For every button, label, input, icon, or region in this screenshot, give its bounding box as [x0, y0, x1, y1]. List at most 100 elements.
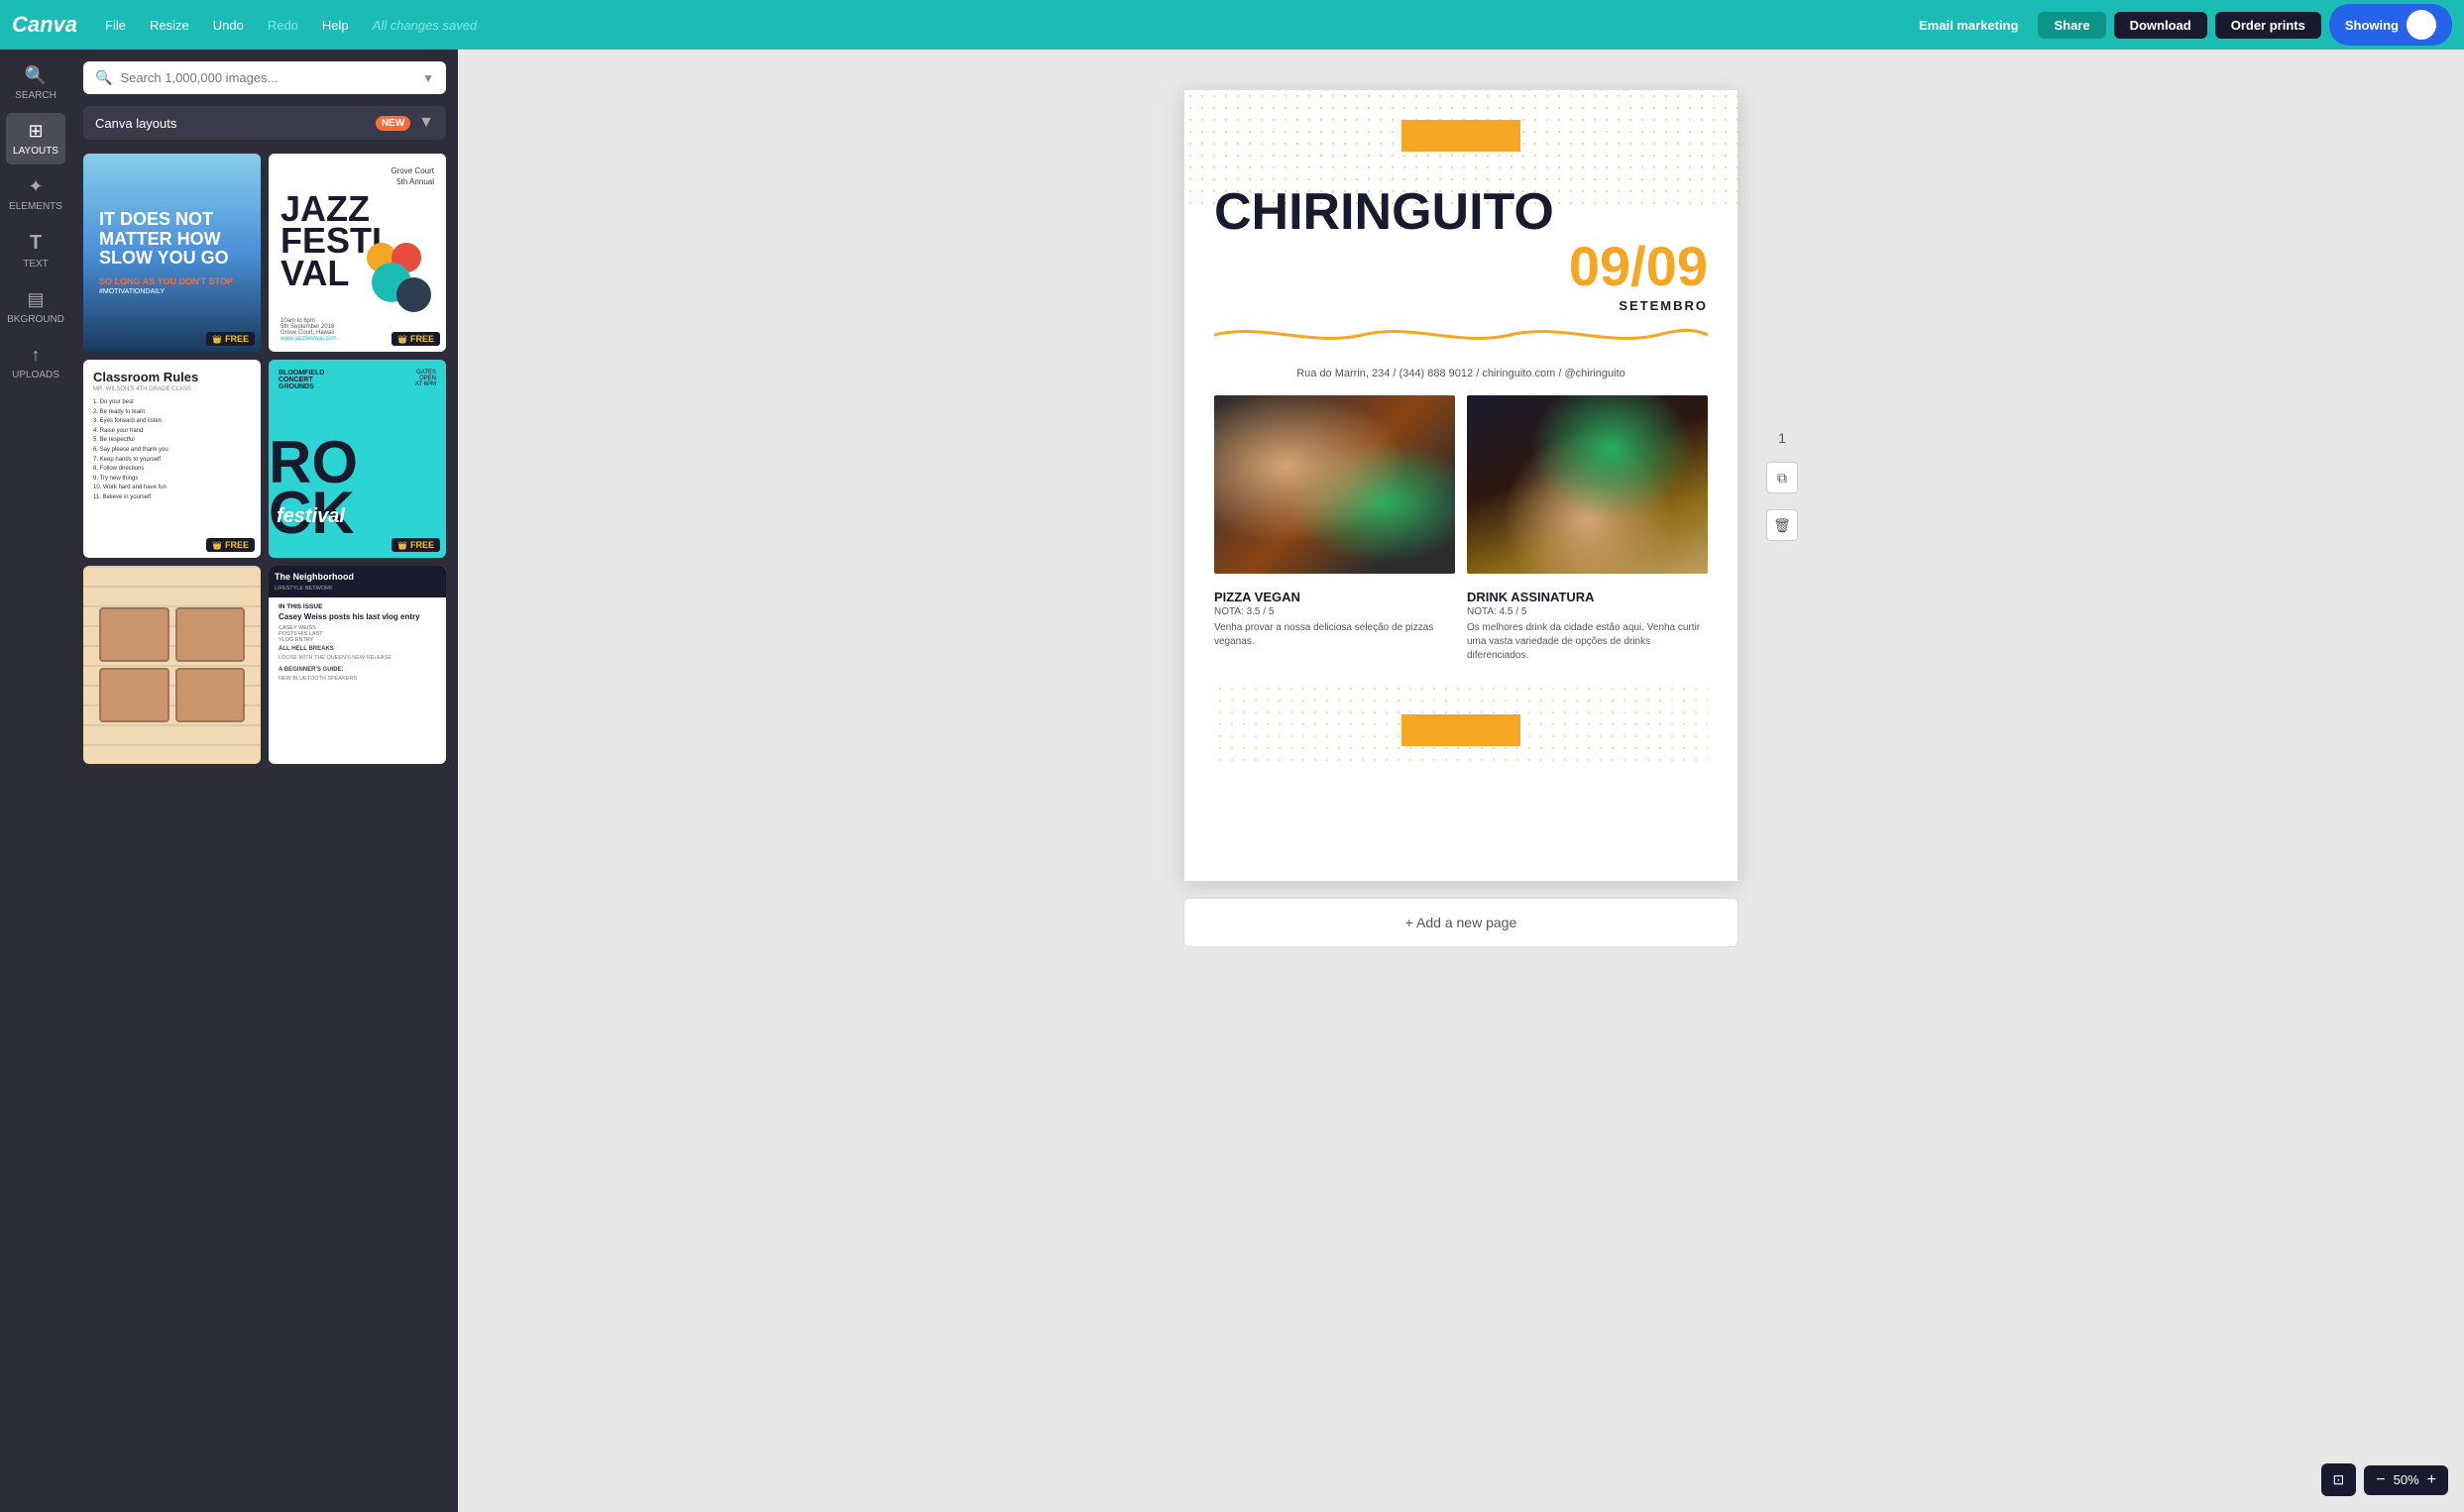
- zoom-in-button[interactable]: +: [2427, 1471, 2436, 1489]
- sidebar-item-text[interactable]: T TEXT: [6, 224, 65, 277]
- sidebar-item-layouts[interactable]: ⊞ LAYOUTS: [6, 113, 65, 164]
- page-number: 1: [1778, 430, 1786, 446]
- list-item: 4. Raise your hand: [93, 427, 251, 437]
- sidebar-item-label: TEXT: [23, 259, 49, 270]
- classroom-title: Classroom Rules: [93, 370, 251, 384]
- search-input[interactable]: [120, 70, 414, 85]
- list-item: 10. Work hard and have fun: [93, 484, 251, 493]
- neighborhood-post: Casey Weiss posts his last vlog entry: [279, 612, 436, 621]
- top-navigation: Canva File Resize Undo Redo Help All cha…: [0, 0, 2464, 50]
- share-button[interactable]: Share: [2038, 12, 2105, 39]
- canvas-date: 09/09: [1569, 239, 1708, 294]
- template-card-classroom[interactable]: Classroom Rules MR. WILSON'S 4TH GRADE C…: [83, 360, 261, 558]
- all-changes-status: All changes saved: [373, 18, 478, 33]
- redo-button[interactable]: Redo: [260, 14, 306, 37]
- crown-icon: 👑: [212, 541, 222, 550]
- file-menu[interactable]: File: [97, 14, 134, 37]
- crown-icon: 👑: [397, 541, 407, 550]
- motivational-tagline: #MOTIVATIONDAILY: [99, 288, 245, 295]
- wave-divider: [1214, 323, 1708, 352]
- list-item: 5. Be respectful: [93, 436, 251, 446]
- dropdown-icon[interactable]: ▼: [422, 71, 434, 85]
- present-button[interactable]: ⊡: [2321, 1463, 2357, 1496]
- new-badge: NEW: [376, 116, 410, 131]
- delete-page-button[interactable]: 🗑: [1766, 509, 1798, 541]
- search-icon: 🔍: [25, 65, 47, 86]
- filter-dropdown-icon[interactable]: ▼: [418, 114, 434, 132]
- list-item: 8. Follow directions: [93, 465, 251, 475]
- copy-page-button[interactable]: ⧉: [1766, 462, 1798, 493]
- main-canvas-area: CHIRINGUITO 09/09 SETEMBRO Rua do Marrin…: [458, 50, 2464, 1512]
- canvas-subtitle: SETEMBRO: [1214, 298, 1708, 313]
- list-item: 9. Try new things: [93, 475, 251, 485]
- canvas-images: [1214, 395, 1708, 574]
- download-button[interactable]: Download: [2114, 12, 2207, 39]
- classroom-subtitle: MR. WILSON'S 4TH GRADE CLASS: [93, 386, 251, 392]
- uploads-icon: ↑: [32, 345, 41, 366]
- order-prints-button[interactable]: Order prints: [2215, 12, 2321, 39]
- free-badge: 👑 FREE: [206, 332, 255, 346]
- canvas-contact: Rua do Marrin, 234 / (344) 888 9012 / ch…: [1214, 368, 1708, 379]
- nh-desc-1: LOOSE WITH THE QUEEN'S NEW RELEASE: [279, 655, 436, 661]
- pizza-rating: NOTA: 3.5 / 5: [1214, 606, 1455, 617]
- templates-grid: IT DOES NOT MATTER HOW SLOW YOU GO SO LO…: [83, 154, 446, 764]
- jazz-info: 10am to 6pm5th September 2016Grove Court…: [280, 318, 337, 342]
- add-page-bar[interactable]: + Add a new page: [1183, 898, 1738, 947]
- crown-icon: 👑: [212, 335, 222, 344]
- list-item: 11. Believe in yourself: [93, 493, 251, 503]
- title-date-row: CHIRINGUITO 09/09: [1214, 189, 1708, 294]
- template-card-jazz[interactable]: Grove Court5th Annual JAZZFESTIVAL 10am …: [269, 154, 446, 352]
- sidebar-item-search[interactable]: 🔍 SEARCH: [6, 57, 65, 109]
- help-button[interactable]: Help: [314, 14, 357, 37]
- canvas-title: CHIRINGUITO: [1214, 189, 1554, 236]
- template-card-rock[interactable]: BLOOMFIELDCONCERTGROUNDS GATESOPENAT 6PM…: [269, 360, 446, 558]
- resize-button[interactable]: Resize: [142, 14, 197, 37]
- zoom-out-button[interactable]: −: [2376, 1471, 2385, 1489]
- sidebar-item-background[interactable]: ▤ BKGROUND: [6, 281, 65, 333]
- motivational-sub-text: SO LONG AS YOU DON'T STOP: [99, 276, 245, 286]
- text-icon: T: [30, 232, 42, 255]
- nh-item-1: ALL HELL BREAKS: [279, 646, 436, 652]
- jazz-title: JAZZFESTIVAL: [280, 193, 382, 289]
- neighborhood-header: The Neighborhood: [275, 572, 440, 582]
- search-bar[interactable]: 🔍 ▼: [83, 61, 446, 94]
- crown-icon: 👑: [397, 335, 407, 344]
- canvas-items: PIZZA VEGAN NOTA: 3.5 / 5 Venha provar a…: [1214, 590, 1708, 663]
- pizza-image: [1214, 395, 1455, 574]
- free-badge-rock: 👑 FREE: [392, 538, 440, 552]
- sidebar: 🔍 SEARCH ⊞ LAYOUTS ✦ ELEMENTS T TEXT ▤ B…: [0, 50, 71, 1512]
- list-item: 3. Eyes forward and listen: [93, 417, 251, 427]
- filter-bar[interactable]: Canva layouts NEW ▼: [83, 106, 446, 140]
- elements-icon: ✦: [28, 176, 43, 197]
- list-item: 2. Be ready to learn: [93, 408, 251, 418]
- list-item: 1. Do your best: [93, 398, 251, 408]
- filter-label: Canva layouts: [95, 116, 368, 131]
- zoom-controls: − 50% +: [2364, 1465, 2448, 1495]
- sidebar-item-elements[interactable]: ✦ ELEMENTS: [6, 168, 65, 220]
- pizza-title: PIZZA VEGAN: [1214, 590, 1455, 604]
- template-card-cassette[interactable]: [83, 566, 261, 764]
- free-badge-jazz: 👑 FREE: [392, 332, 440, 346]
- bottom-decoration: [1214, 683, 1708, 762]
- drink-desc: Os melhores drink da cidade estão aqui. …: [1467, 621, 1708, 663]
- undo-button[interactable]: Undo: [205, 14, 252, 37]
- canva-logo: Canva: [12, 12, 77, 38]
- canvas-item-pizza: PIZZA VEGAN NOTA: 3.5 / 5 Venha provar a…: [1214, 590, 1455, 663]
- canvas-item-drink: DRINK ASSINATURA NOTA: 4.5 / 5 Os melhor…: [1467, 590, 1708, 663]
- nh-desc-2: NEW BLUETOOTH SPEAKERS: [279, 676, 436, 682]
- template-card-neighborhood[interactable]: The Neighborhood LIFESTYLE NETWORK IN TH…: [269, 566, 446, 764]
- list-item: 7. Keep hands to yourself: [93, 456, 251, 466]
- templates-panel: 🔍 ▼ Canva layouts NEW ▼ IT DOES NOT MATT…: [71, 50, 458, 1512]
- page-tools: 1 ⧉ 🗑: [1766, 430, 1798, 541]
- search-icon: 🔍: [95, 69, 112, 86]
- sidebar-item-uploads[interactable]: ↑ UPLOADS: [6, 337, 65, 388]
- showing-button[interactable]: Showing: [2329, 4, 2452, 46]
- template-card-motivational[interactable]: IT DOES NOT MATTER HOW SLOW YOU GO SO LO…: [83, 154, 261, 352]
- drink-rating: NOTA: 4.5 / 5: [1467, 606, 1708, 617]
- list-item: 6. Say please and thank you: [93, 446, 251, 456]
- email-marketing-button[interactable]: Email marketing: [1907, 12, 2030, 39]
- canvas-container[interactable]: CHIRINGUITO 09/09 SETEMBRO Rua do Marrin…: [1183, 89, 1738, 882]
- sidebar-item-label: ELEMENTS: [9, 201, 62, 212]
- bottom-toolbar: ⊡ − 50% +: [2321, 1463, 2448, 1496]
- rock-date: GATESOPENAT 6PM: [415, 370, 436, 387]
